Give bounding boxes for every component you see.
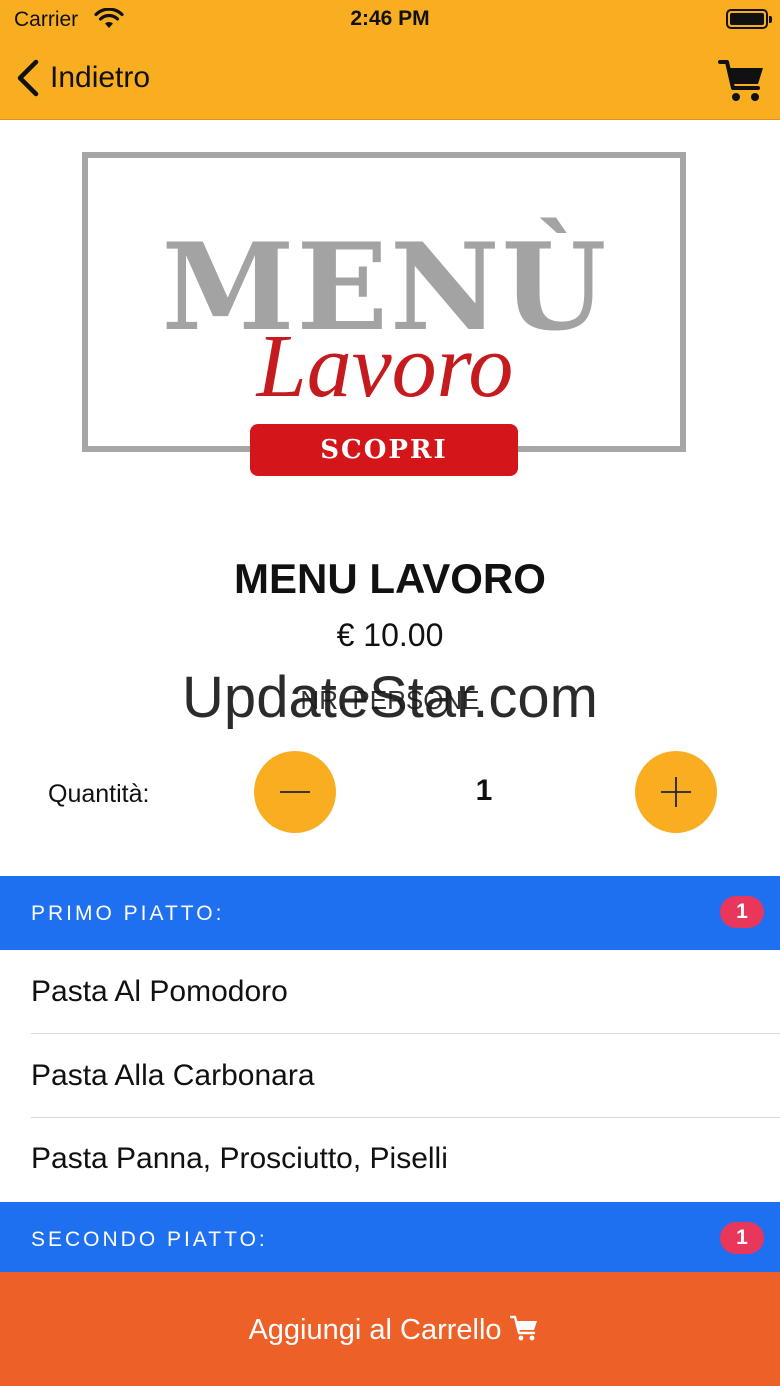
add-to-cart-button[interactable]: Aggiungi al Carrello — [0, 1272, 780, 1386]
increase-quantity-button[interactable] — [635, 751, 717, 833]
list-item[interactable]: Pasta Al Pomodoro — [0, 951, 780, 1034]
banner-lavoro-text: Lavoro — [256, 317, 514, 416]
back-label: Indietro — [50, 61, 151, 94]
product-title: MENU LAVORO — [234, 555, 546, 602]
persons-label: NR. PERSONE — [300, 685, 480, 715]
menu-banner-image: MENÙ Lavoro SCOPRI — [80, 150, 690, 480]
quantity-value: 1 — [475, 774, 493, 807]
section-header-secondo-piatto[interactable]: SECONDO PIATTO: 1 — [0, 1202, 780, 1274]
section-header-primo-piatto[interactable]: PRIMO PIATTO: 1 — [0, 876, 780, 950]
shopping-cart-icon — [510, 1315, 537, 1341]
battery-icon — [726, 9, 772, 29]
list-item[interactable]: Pasta Panna, Prosciutto, Piselli — [0, 1118, 780, 1201]
decrease-quantity-button[interactable] — [254, 751, 336, 833]
quantity-label: Quantità: — [48, 780, 150, 808]
clock-time: 2:46 PM — [350, 7, 430, 30]
chevron-left-icon — [17, 59, 39, 97]
status-bar: Carrier 2:46 PM — [0, 0, 780, 40]
minus-icon — [280, 791, 310, 793]
product-price: € 10.00 — [336, 617, 444, 653]
section-count-badge: 1 — [720, 1222, 764, 1254]
shopping-cart-icon — [718, 60, 763, 101]
list-item-label: Pasta Alla Carbonara — [31, 1059, 315, 1092]
back-button[interactable]: Indietro — [12, 54, 150, 102]
list-item-label: Pasta Panna, Prosciutto, Piselli — [31, 1142, 448, 1175]
plus-icon — [661, 777, 691, 807]
section-title: SECONDO PIATTO: — [31, 1228, 268, 1251]
navigation-header: Carrier 2:46 PM Indietro — [0, 0, 780, 120]
list-item-label: Pasta Al Pomodoro — [31, 975, 288, 1008]
banner-scopri-button: SCOPRI — [250, 424, 518, 476]
cart-button[interactable] — [718, 56, 766, 104]
list-divider — [31, 1033, 780, 1034]
list-item[interactable]: Pasta Alla Carbonara — [0, 1035, 780, 1118]
section-count-badge: 1 — [720, 896, 764, 928]
add-to-cart-label: Aggiungi al Carrello — [248, 1314, 502, 1346]
section-title: PRIMO PIATTO: — [31, 902, 225, 925]
